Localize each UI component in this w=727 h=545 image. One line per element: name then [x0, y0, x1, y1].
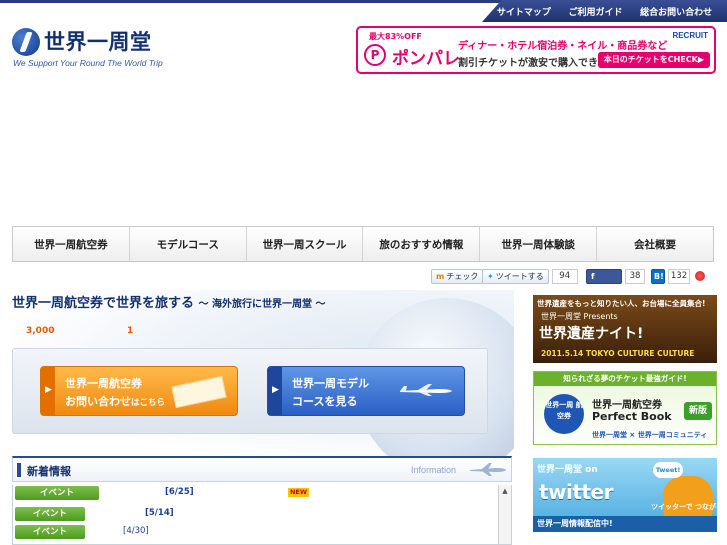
facebook-count: 38 [625, 268, 645, 284]
twitter-bird-icon [663, 476, 713, 520]
top-utility-bar: サイトマップ ご利用ガイド 総合お問い合わせ [0, 0, 727, 22]
logo-tagline: We Support Your Round The World Trip [13, 58, 163, 68]
news-category-badge: イベント [15, 525, 85, 539]
social-tweet: ✦ ツイートする 94 [482, 268, 578, 284]
chevron-right-icon: ▶ [45, 385, 52, 395]
ticket-icon [171, 375, 227, 409]
hero-title: 世界一周航空券で世界を旅する ～ 海外旅行に世界一周堂 ～ [12, 296, 326, 311]
ad-subline: 割引チケットが激安で購入できる！ [458, 58, 618, 69]
ad-cta-button[interactable]: 本日のチケットをCHECK▶ [597, 52, 710, 68]
ponpare-ad-banner[interactable]: 最大83%OFF P ポンパレ ディナー・ホテル宿泊券・ネイル・商品券など 割引… [356, 26, 716, 74]
ponpare-logo-icon: P [364, 44, 386, 66]
social-facebook: f 38 [586, 268, 645, 284]
twitter-bird-icon: ✦ [487, 271, 494, 281]
news-title-en: Information [411, 465, 457, 475]
utility-nav: サイトマップ ご利用ガイド 総合お問い合わせ [482, 0, 727, 22]
hero-figure-1: 3,000 [26, 326, 55, 336]
facebook-icon: f [591, 271, 595, 281]
news-item[interactable]: イベント [6/25] NEW [13, 486, 499, 500]
hatena-count: 132 [668, 268, 690, 284]
news-date: [6/25] [165, 487, 194, 497]
nav-item-travel-info[interactable]: 旅のおすすめ情報 [363, 227, 481, 261]
scroll-up-icon[interactable]: ▲ [499, 485, 511, 497]
hero-figure-2: 1 [127, 326, 134, 336]
news-header: 新着情報 Information [12, 456, 512, 482]
ticket-inquiry-button[interactable]: ▶ 世界一周航空券 お問い合わせはこちら [40, 366, 238, 416]
utility-link-guide[interactable]: ご利用ガイド [568, 5, 622, 18]
main-nav: 世界一周航空券 モデルコース 世界一周スクール 旅のおすすめ情報 世界一周体験談… [12, 226, 714, 262]
tweet-count: 94 [551, 268, 578, 284]
news-item[interactable]: イベント [5/14] [13, 507, 499, 521]
nav-item-model-course[interactable]: モデルコース [130, 227, 247, 261]
social-check[interactable]: m チェック [431, 268, 484, 284]
site-logo[interactable]: 世界一周堂 We Support Your Round The World Tr… [12, 28, 192, 72]
bookmark-extra-icon[interactable] [695, 271, 705, 281]
utility-link-sitemap[interactable]: サイトマップ [497, 5, 551, 18]
recruit-logo: RECRUIT [672, 31, 708, 40]
new-badge: NEW [288, 488, 310, 497]
news-category-badge: イベント [15, 507, 85, 521]
nav-item-company[interactable]: 会社概要 [597, 227, 713, 261]
mixi-icon: m [436, 271, 445, 281]
news-scrollbar[interactable]: ▲ [498, 485, 511, 544]
tweet-bubble: Tweet! [653, 462, 683, 478]
nav-item-school[interactable]: 世界一周スクール [247, 227, 364, 261]
world-heritage-night-banner[interactable]: 世界遺産をもっと知りたい人、お台場に全員集合! 世界一周堂 Presents 世… [533, 295, 717, 363]
news-item[interactable]: イベント [4/30] [13, 525, 499, 539]
hero-section: 世界一周航空券で世界を旅する ～ 海外旅行に世界一周堂 ～ 3,000 1 ▶ … [12, 290, 514, 460]
facebook-like-button[interactable]: f [586, 268, 622, 284]
airplane-icon [470, 463, 506, 476]
tweet-button[interactable]: ✦ ツイートする [482, 268, 549, 284]
nav-item-experiences[interactable]: 世界一周体験談 [480, 227, 598, 261]
logo-text: 世界一周堂 [44, 30, 152, 54]
social-hatena: B! 132 [651, 268, 705, 284]
news-title: 新着情報 [27, 465, 71, 478]
ad-brand: ポンパレ [392, 49, 460, 69]
utility-link-contact[interactable]: 総合お問い合わせ [640, 5, 712, 18]
new-edition-badge: 新版 [684, 402, 712, 420]
news-list: イベント [6/25] NEW イベント [5/14] イベント [4/30] … [12, 485, 512, 545]
perfect-book-banner[interactable]: 知られざる夢のチケット最強ガイド! 世界一周 航空券 世界一周航空券 Perfe… [533, 371, 717, 445]
airplane-icon [400, 384, 452, 396]
chevron-right-icon: ▶ [272, 385, 279, 395]
news-date: [5/14] [145, 508, 174, 518]
nav-item-tickets[interactable]: 世界一周航空券 [13, 227, 130, 261]
model-course-button[interactable]: ▶ 世界一周モデル コースを見る [267, 366, 465, 416]
mixi-check-button[interactable]: m チェック [431, 268, 484, 284]
news-date: [4/30] [123, 526, 149, 536]
ad-sale-text: 最大83%OFF [369, 32, 422, 41]
ad-headline: ディナー・ホテル宿泊券・ネイル・商品券など [458, 41, 668, 52]
book-stamp-icon: 世界一周 航空券 [544, 394, 584, 434]
hatena-bookmark-icon[interactable]: B! [651, 268, 665, 284]
news-category-badge: イベント [15, 486, 99, 500]
logo-mark-icon [12, 28, 40, 56]
hero-subtitle: ～ 海外旅行に世界一周堂 ～ [198, 299, 326, 310]
twitter-logo: twitter [539, 480, 613, 504]
twitter-banner[interactable]: 世界一周堂 on twitter Tweet! ツイッターで つながろう! 世界… [533, 458, 717, 532]
